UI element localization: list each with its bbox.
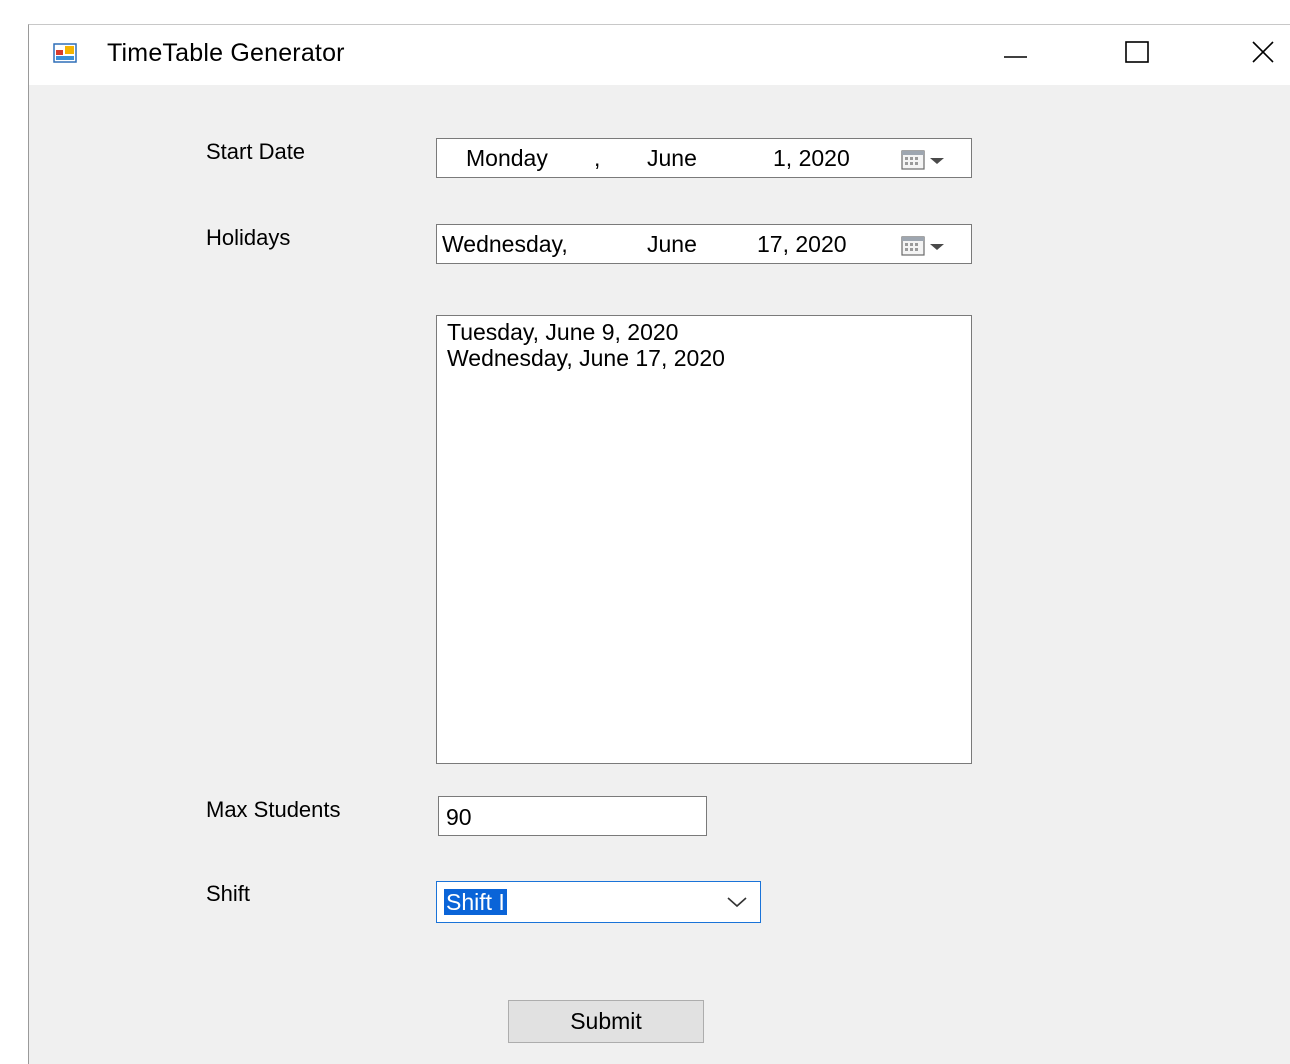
holidays-listbox[interactable]: Tuesday, June 9, 2020 Wednesday, June 17… [436, 315, 972, 764]
title-bar[interactable]: TimeTable Generator [29, 25, 1290, 85]
calendar-dropdown-icon[interactable] [899, 147, 957, 173]
close-icon[interactable] [1229, 25, 1289, 81]
submit-button[interactable]: Submit [508, 1000, 704, 1043]
calendar-dropdown-icon[interactable] [899, 233, 957, 259]
minimize-icon[interactable] [993, 25, 1053, 81]
start-date-label: Start Date [206, 139, 306, 164]
window-title: TimeTable Generator [107, 39, 345, 67]
start-date-picker[interactable]: Monday , June 1, 2020 [436, 138, 972, 178]
shift-label: Shift [206, 881, 251, 906]
shift-selected-value[interactable]: Shift I [444, 889, 507, 915]
holidays-day-year[interactable]: 17, 2020 [757, 231, 847, 258]
holidays-label: Holidays [206, 225, 291, 250]
holidays-date-picker[interactable]: Wednesday, June 17, 2020 [436, 224, 972, 264]
max-students-input[interactable]: 90 [438, 796, 707, 836]
maximize-icon[interactable] [1111, 25, 1171, 81]
shift-combobox[interactable]: Shift I [436, 881, 761, 923]
start-date-month[interactable]: June [647, 145, 697, 172]
max-students-label: Max Students [206, 797, 341, 822]
start-date-separator: , [594, 145, 601, 171]
start-date-day-year[interactable]: 1, 2020 [773, 145, 850, 172]
holidays-month[interactable]: June [647, 231, 697, 258]
holidays-weekday[interactable]: Wednesday, [442, 231, 568, 258]
chevron-down-icon[interactable] [726, 894, 748, 910]
timetable-window: TimeTable Generator Start Date Monday , … [28, 24, 1290, 1064]
list-item[interactable]: Wednesday, June 17, 2020 [447, 345, 971, 371]
app-form-icon [53, 43, 77, 63]
list-item[interactable]: Tuesday, June 9, 2020 [447, 319, 971, 345]
start-date-weekday[interactable]: Monday [466, 145, 548, 172]
